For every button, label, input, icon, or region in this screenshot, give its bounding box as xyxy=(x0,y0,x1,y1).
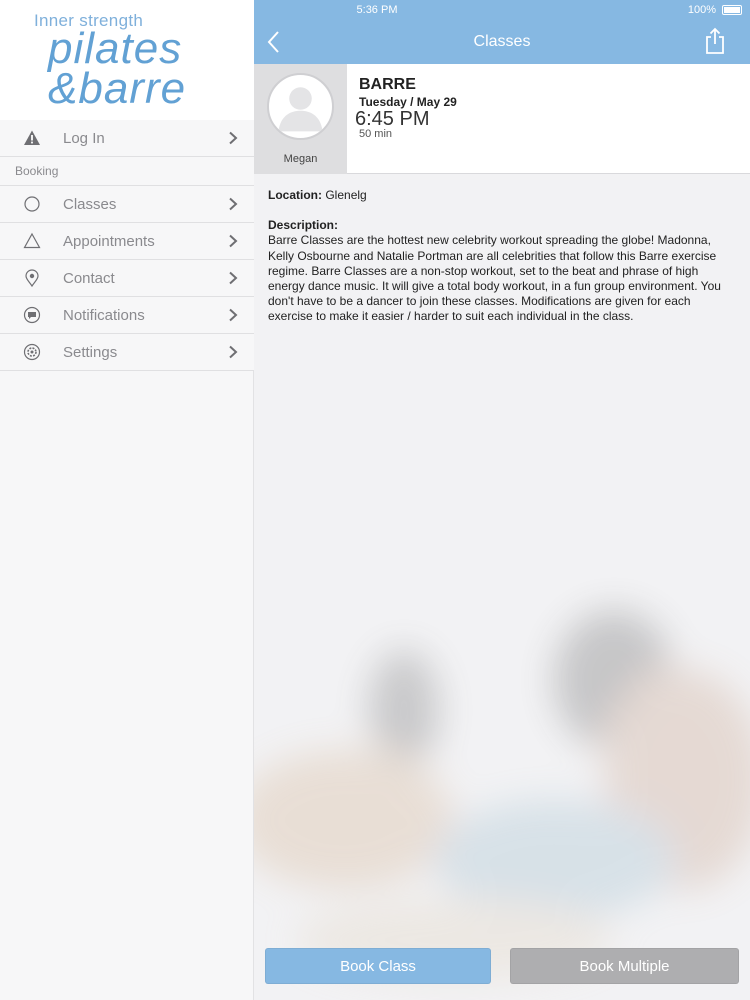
sidebar-menu: Log In Booking Classes Appointments Cont… xyxy=(0,120,254,371)
page-title: Classes xyxy=(473,33,531,50)
share-icon[interactable] xyxy=(704,27,726,55)
sidebar-item-label: Notifications xyxy=(63,306,145,324)
status-bar: 5:36 PM 100% xyxy=(254,0,750,20)
location-value: Glenelg xyxy=(325,188,367,202)
class-date: Tuesday / May 29 xyxy=(359,95,457,109)
sidebar-item-appointments[interactable]: Appointments xyxy=(0,223,254,260)
main-panel: 5:36 PM 100% Classes Megan BARRE Tuesday xyxy=(254,0,750,1000)
class-name: BARRE xyxy=(359,76,416,93)
chevron-right-icon xyxy=(229,234,238,248)
warning-icon xyxy=(24,130,40,145)
book-class-button[interactable]: Book Class xyxy=(265,948,491,984)
sidebar-item-notifications[interactable]: Notifications xyxy=(0,297,254,334)
sidebar-item-label: Log In xyxy=(63,129,105,147)
sidebar-item-log-in[interactable]: Log In xyxy=(0,120,254,157)
chat-bubble-icon xyxy=(23,306,41,324)
battery-icon xyxy=(722,5,742,15)
instructor-name: Megan xyxy=(283,153,318,165)
chevron-right-icon xyxy=(229,345,238,359)
sidebar-section-booking: Booking xyxy=(0,157,254,186)
description-text: Barre Classes are the hottest new celebr… xyxy=(268,233,721,324)
book-multiple-button[interactable]: Book Multiple xyxy=(510,948,739,984)
chevron-right-icon xyxy=(229,271,238,285)
avatar xyxy=(267,73,334,140)
gear-icon xyxy=(23,343,41,361)
class-header-card: Megan BARRE Tuesday / May 29 6:45 PM 50 … xyxy=(254,64,750,174)
class-duration: 50 min xyxy=(359,128,393,140)
sidebar-item-settings[interactable]: Settings xyxy=(0,334,254,371)
sidebar-item-contact[interactable]: Contact xyxy=(0,260,254,297)
person-silhouette-icon xyxy=(278,87,323,132)
background-photo xyxy=(254,610,750,980)
chevron-right-icon xyxy=(229,131,238,145)
sidebar-item-label: Classes xyxy=(63,195,117,213)
sidebar-item-label: Appointments xyxy=(63,232,155,250)
circle-icon xyxy=(24,196,40,212)
triangle-icon xyxy=(23,232,41,249)
sidebar-item-classes[interactable]: Classes xyxy=(0,186,254,223)
instructor-avatar-box: Megan xyxy=(254,64,347,174)
class-description: Description: Barre Classes are the hotte… xyxy=(268,218,738,324)
status-time: 5:36 PM xyxy=(356,4,398,16)
chevron-right-icon xyxy=(229,197,238,211)
location-label: Location: xyxy=(268,188,322,202)
sidebar-item-label: Settings xyxy=(63,343,118,361)
battery-level: 100% xyxy=(687,4,716,16)
class-details: Location: Glenelg Description: Barre Cla… xyxy=(268,188,738,325)
sidebar-item-label: Contact xyxy=(63,269,115,287)
location-pin-icon xyxy=(25,269,39,287)
class-location: Location: Glenelg xyxy=(268,188,738,203)
chevron-right-icon xyxy=(229,308,238,322)
sidebar: Inner strength pilates &barre Log In Boo… xyxy=(0,0,254,1000)
brand-logo: Inner strength pilates &barre xyxy=(0,0,254,120)
brand-logo-line2: &barre xyxy=(48,64,187,113)
description-label: Description: xyxy=(268,218,339,233)
nav-bar: Classes xyxy=(254,20,750,64)
